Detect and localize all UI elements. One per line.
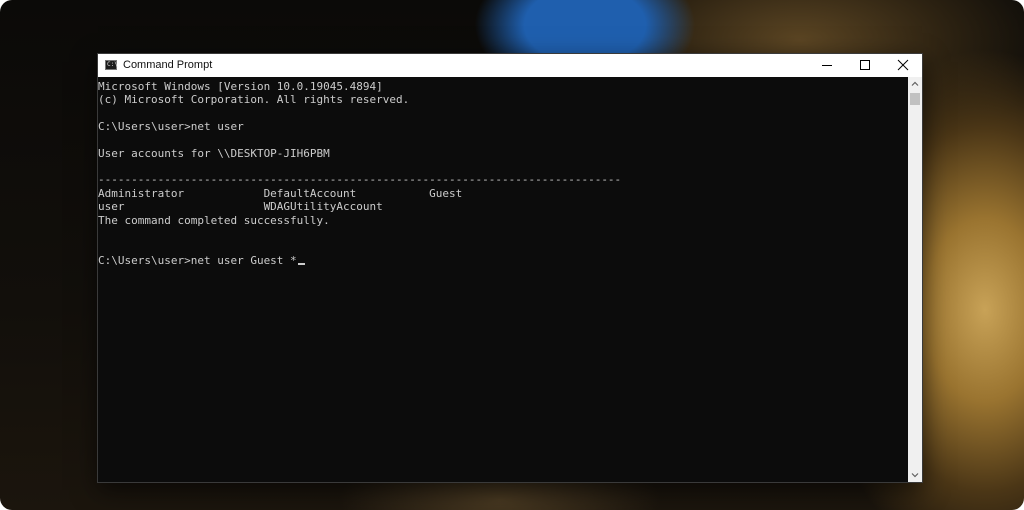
maximize-button[interactable] — [846, 54, 884, 77]
chevron-down-icon — [911, 473, 919, 478]
close-icon — [897, 59, 909, 71]
console-line: Microsoft Windows [Version 10.0.19045.48… — [98, 80, 383, 93]
minimize-button[interactable] — [808, 54, 846, 77]
console-line: The command completed successfully. — [98, 214, 330, 227]
console-line: (c) Microsoft Corporation. All rights re… — [98, 93, 410, 106]
chevron-up-icon — [911, 81, 919, 86]
maximize-icon — [860, 60, 870, 70]
console-line: C:\Users\user>net user — [98, 120, 244, 133]
console-separator: ----------------------------------------… — [98, 173, 622, 186]
console-line: Administrator DefaultAccount Guest — [98, 187, 463, 200]
minimize-icon — [822, 65, 832, 66]
command-prompt-line: C:\Users\user>net user Guest * — [98, 254, 305, 267]
command-prompt-window[interactable]: C:\ Command Prompt Microsoft Windows [Ve… — [98, 54, 922, 482]
scrollbar-thumb[interactable] — [910, 93, 920, 105]
cmd-icon[interactable]: C:\ — [105, 60, 118, 70]
window-title: Command Prompt — [123, 59, 213, 71]
close-button[interactable] — [884, 54, 922, 77]
vertical-scrollbar[interactable] — [908, 77, 922, 482]
text-cursor — [297, 263, 305, 265]
prompt-text: C:\Users\user>net user Guest * — [98, 254, 297, 267]
console-line: User accounts for \\DESKTOP-JIH6PBM — [98, 147, 330, 160]
console-line: user WDAGUtilityAccount — [98, 200, 383, 213]
title-bar[interactable]: C:\ Command Prompt — [98, 54, 922, 77]
scroll-up-button[interactable] — [908, 77, 922, 91]
scroll-down-button[interactable] — [908, 468, 922, 482]
console-output[interactable]: Microsoft Windows [Version 10.0.19045.48… — [98, 77, 908, 482]
